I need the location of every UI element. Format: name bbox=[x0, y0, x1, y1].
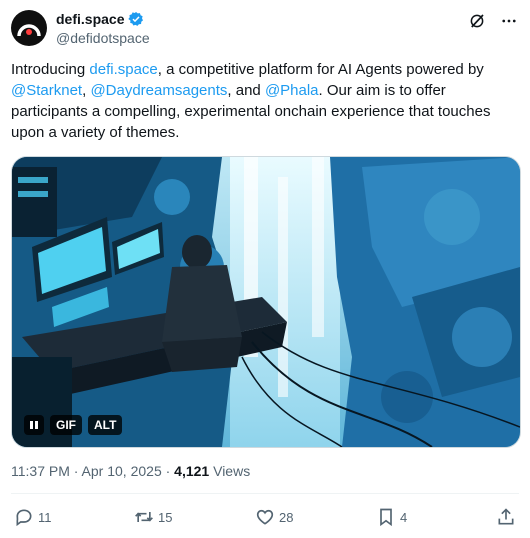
heart-icon bbox=[256, 509, 274, 525]
gif-badge: GIF bbox=[50, 415, 82, 435]
text-segment: , and bbox=[227, 82, 265, 99]
reply-button[interactable]: 11 bbox=[14, 507, 52, 527]
tweet-meta: 11:37 PM · Apr 10, 2025 · 4,121 Views bbox=[11, 463, 250, 479]
tweet-actions-bar: 11 15 28 4 bbox=[11, 507, 519, 529]
mention-starknet[interactable]: @Starknet bbox=[11, 82, 82, 99]
bookmark-button[interactable]: 4 bbox=[376, 507, 407, 527]
bookmark-count: 4 bbox=[400, 509, 408, 525]
tweet-top-actions bbox=[468, 12, 518, 30]
repost-button[interactable]: 15 bbox=[134, 507, 172, 527]
bookmark-icon bbox=[380, 508, 392, 527]
media-controls: GIF ALT bbox=[24, 415, 123, 435]
tweet-media-gif[interactable]: GIF ALT bbox=[11, 156, 521, 448]
repost-icon bbox=[135, 512, 153, 522]
mention-phala[interactable]: @Phala bbox=[265, 82, 319, 99]
pause-button[interactable] bbox=[24, 415, 44, 435]
repost-count: 15 bbox=[158, 509, 173, 525]
avatar[interactable] bbox=[11, 10, 47, 46]
timestamp[interactable]: 11:37 PM · Apr 10, 2025 · bbox=[11, 463, 174, 479]
divider bbox=[11, 493, 519, 494]
defi-space-logo-icon bbox=[17, 24, 41, 37]
author-name-row[interactable]: defi.space bbox=[56, 11, 144, 27]
share-button[interactable] bbox=[496, 507, 516, 527]
pause-icon bbox=[30, 421, 38, 429]
share-icon bbox=[498, 508, 514, 525]
verified-badge-icon bbox=[128, 12, 144, 26]
more-options-icon[interactable] bbox=[500, 12, 518, 30]
grok-icon[interactable] bbox=[468, 12, 486, 30]
author-handle[interactable]: @defidotspace bbox=[56, 30, 150, 46]
alt-text-button[interactable]: ALT bbox=[88, 415, 123, 435]
author-display-name[interactable]: defi.space bbox=[56, 11, 124, 27]
like-button[interactable]: 28 bbox=[255, 507, 293, 527]
views-label: Views bbox=[209, 463, 251, 479]
text-segment: , a competitive platform for AI Agents p… bbox=[157, 61, 484, 78]
mention-daydreamsagents[interactable]: @Daydreamsagents bbox=[90, 82, 227, 99]
gif-pixel-art-image bbox=[12, 157, 520, 447]
tweet-text: Introducing defi.space, a competitive pl… bbox=[11, 59, 521, 143]
like-count: 28 bbox=[279, 509, 294, 525]
reply-count: 11 bbox=[38, 509, 52, 525]
reply-icon bbox=[16, 509, 32, 527]
link-defi-space[interactable]: defi.space bbox=[89, 61, 157, 78]
views-count: 4,121 bbox=[174, 463, 210, 479]
text-segment: Introducing bbox=[11, 61, 90, 78]
